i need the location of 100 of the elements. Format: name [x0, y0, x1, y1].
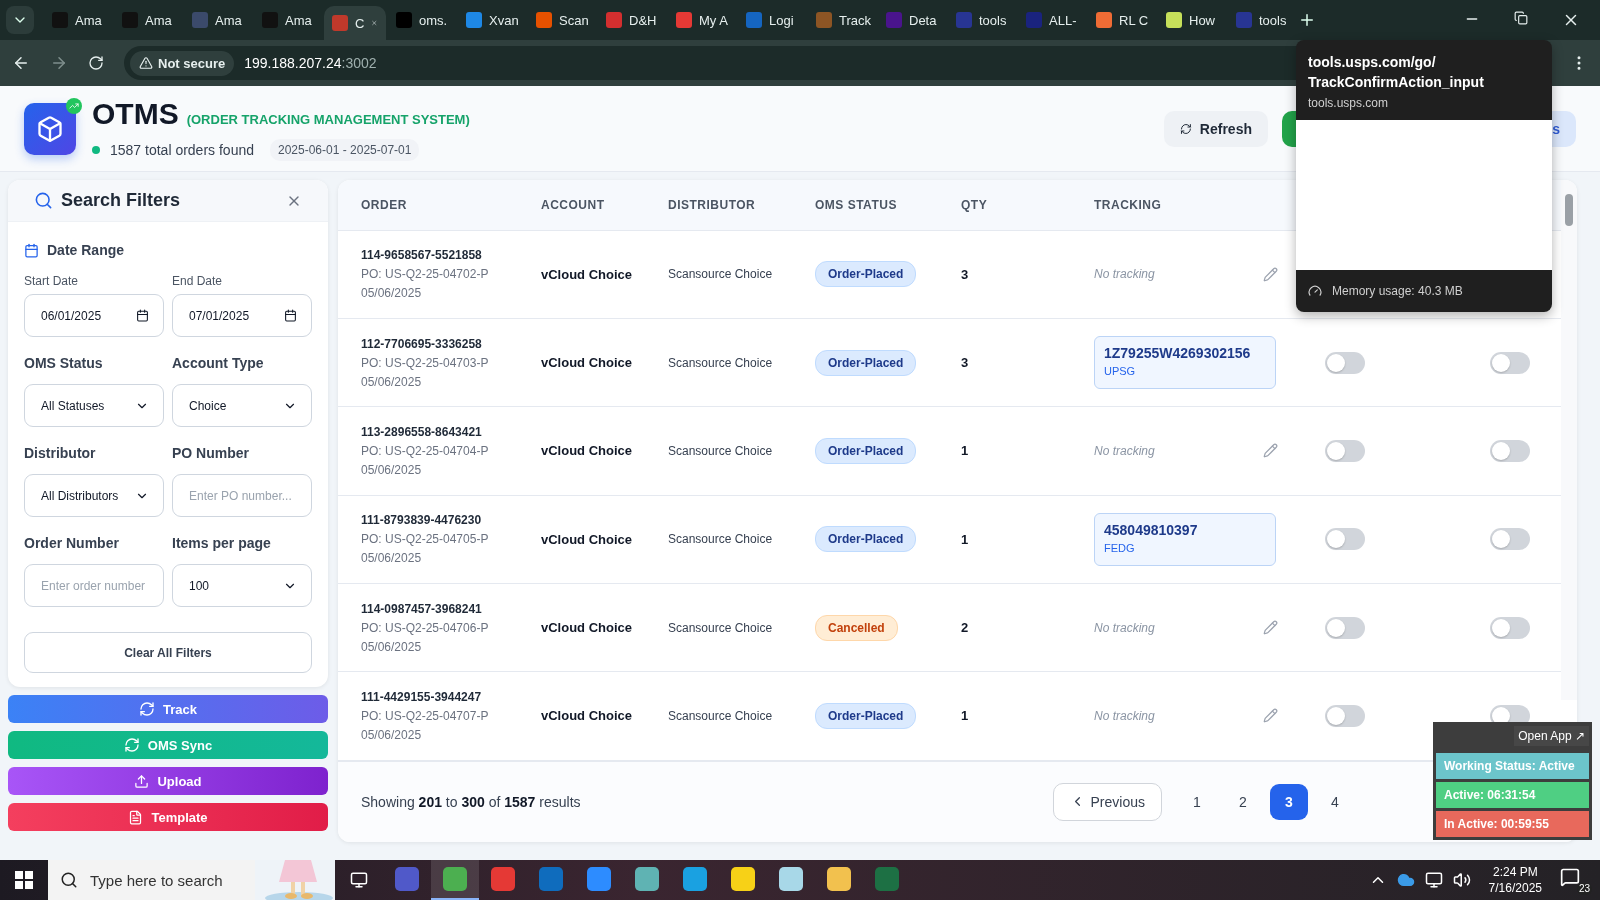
page-button[interactable]: 3 — [1270, 783, 1308, 820]
column-header: ORDER — [361, 197, 408, 212]
browser-tab[interactable]: ALL- — [1018, 6, 1086, 34]
browser-tab[interactable]: Ama — [184, 6, 252, 34]
clear-filters-button[interactable]: Clear All Filters — [24, 632, 312, 673]
pencil-icon[interactable] — [1263, 266, 1278, 282]
toggle-switch[interactable] — [1490, 616, 1530, 639]
tracking-card[interactable]: 1Z79255W4269302156 UPSG — [1094, 336, 1276, 390]
qty-cell-text: 1 — [961, 708, 970, 724]
browser-tab[interactable]: Ama — [114, 6, 182, 34]
volume-icon[interactable] — [1452, 871, 1471, 889]
browser-tab[interactable]: C — [324, 6, 386, 40]
date-field[interactable]: 07/01/2025 — [172, 294, 312, 337]
toggle-switch[interactable] — [1490, 528, 1530, 551]
browser-tab[interactable]: tools — [1228, 6, 1296, 34]
toggle-switch[interactable] — [1325, 351, 1365, 374]
select-field[interactable]: Choice — [172, 384, 312, 427]
browser-tab[interactable]: How — [1158, 6, 1226, 34]
scrollbar[interactable] — [1561, 180, 1577, 700]
document-icon — [128, 809, 144, 825]
select-field[interactable]: All Statuses — [24, 384, 164, 427]
qty-cell-text: 3 — [961, 266, 970, 282]
previous-button[interactable]: Previous — [1052, 782, 1162, 821]
taskbar-app[interactable] — [431, 860, 479, 900]
pencil-icon[interactable] — [1263, 708, 1278, 724]
restore-icon[interactable] — [1514, 11, 1528, 25]
order-count: 1587 total orders found — [110, 141, 254, 158]
date-field[interactable]: 06/01/2025 — [24, 294, 164, 337]
no-tracking-text: No tracking — [1094, 443, 1155, 458]
browser-tab[interactable]: Logi — [738, 6, 806, 34]
toggle-switch[interactable] — [1490, 351, 1530, 374]
app-title: OTMS — [92, 96, 179, 131]
browser-tab[interactable]: My A — [668, 6, 736, 34]
browser-tab[interactable]: Ama — [44, 6, 112, 34]
browser-tab[interactable]: Scan — [528, 6, 596, 34]
results-summary: Showing 201 to 300 of 1587 results — [361, 793, 581, 810]
column-header: QTY — [961, 197, 989, 212]
order-number: 114-0987457-3968241 — [361, 601, 483, 616]
template-button[interactable]: Template — [8, 803, 328, 831]
panel-title: Search Filters — [61, 190, 181, 211]
order-date: 05/06/2025 — [361, 462, 423, 477]
pencil-icon[interactable] — [1263, 443, 1278, 459]
page-button[interactable]: 1 — [1178, 783, 1216, 820]
new-tab-icon[interactable] — [1298, 11, 1316, 29]
toggle-switch[interactable] — [1325, 704, 1365, 727]
order-date: 05/06/2025 — [361, 551, 423, 566]
toggle-switch[interactable] — [1325, 528, 1365, 551]
network-icon[interactable] — [1424, 871, 1443, 889]
open-app-link[interactable]: Open App ↗ — [1514, 726, 1589, 746]
field-label: End Date — [172, 274, 224, 288]
column-header: TRACKING — [1094, 197, 1163, 212]
field-label: Start Date — [24, 274, 80, 288]
browser-tab[interactable]: Xvan — [458, 6, 526, 34]
search-icon — [34, 191, 53, 210]
browser-tab[interactable]: Deta — [878, 6, 946, 34]
account-cell-text: vCloud Choice — [541, 620, 633, 636]
pencil-icon[interactable] — [1263, 620, 1278, 636]
refresh-button[interactable]: Refresh — [1164, 110, 1268, 147]
field-label: PO Number — [172, 445, 250, 461]
select-field[interactable]: All Distributors — [24, 474, 164, 517]
toggle-switch[interactable] — [1325, 616, 1365, 639]
browser-tab[interactable]: oms. — [388, 6, 456, 34]
browser-tab[interactable]: RL C — [1088, 6, 1156, 34]
tab-search-button[interactable] — [6, 6, 34, 34]
column-header: OMS STATUS — [815, 197, 898, 212]
order-number: 113-2896558-8643421 — [361, 424, 483, 439]
distributor-cell-text: Scansource Choice — [668, 267, 774, 282]
field-label: OMS Status — [24, 355, 104, 371]
po-number: PO: US-Q2-25-04707-P — [361, 708, 490, 723]
distributor-cell-text: Scansource Choice — [668, 355, 774, 370]
track-button[interactable]: Track — [8, 695, 328, 723]
browser-tab[interactable]: Ama — [254, 6, 322, 34]
taskbar-search[interactable]: Type here to search — [48, 860, 335, 900]
browser-tab[interactable]: D&H — [598, 6, 666, 34]
back-icon[interactable] — [12, 54, 30, 72]
order-date: 05/06/2025 — [361, 727, 423, 742]
browser-tab[interactable]: tools — [948, 6, 1016, 34]
order-date: 05/06/2025 — [361, 374, 423, 389]
forward-icon[interactable] — [50, 54, 68, 72]
clock[interactable]: 2:24 PM 7/16/2025 — [1480, 864, 1550, 896]
toggle-switch[interactable] — [1325, 439, 1365, 462]
toggle-switch[interactable] — [1490, 439, 1530, 462]
preview-domain: tools.usps.com — [1308, 96, 1390, 110]
warning-icon — [139, 56, 153, 70]
page-button[interactable]: 4 — [1316, 783, 1354, 820]
page-button[interactable]: 2 — [1224, 783, 1262, 820]
reload-icon[interactable] — [88, 55, 104, 71]
sync-icon — [123, 737, 140, 753]
order-date: 05/06/2025 — [361, 286, 423, 301]
column-header: ACCOUNT — [541, 197, 606, 212]
browser-tab[interactable]: Track — [808, 6, 876, 34]
trend-badge — [66, 97, 82, 114]
select-field[interactable]: 100 — [172, 564, 312, 607]
tracking-card[interactable]: 458049810397 FEDG — [1094, 512, 1276, 566]
account-cell-text: vCloud Choice — [541, 708, 633, 724]
cloud-icon[interactable] — [1396, 871, 1415, 889]
qty-cell-text: 3 — [961, 355, 970, 371]
upload-button[interactable]: Upload — [8, 767, 328, 795]
order-number: 112-7706695-3336258 — [361, 336, 483, 351]
carrier-code: FEDG — [1104, 541, 1136, 554]
